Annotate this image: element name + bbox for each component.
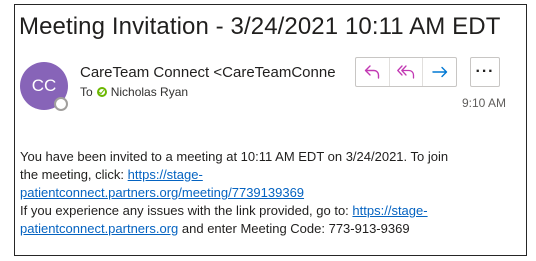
- body-line: patientconnect.partners.org/meeting/7739…: [20, 184, 490, 202]
- portal-link[interactable]: https://stage-: [352, 203, 427, 218]
- avatar-initials: CC: [31, 76, 57, 95]
- forward-icon: [431, 66, 447, 78]
- meeting-link[interactable]: https://stage-: [128, 167, 203, 182]
- reply-button[interactable]: [356, 58, 390, 86]
- sender-name[interactable]: CareTeam Connect <CareTeamConne: [80, 64, 342, 81]
- body-text: If you experience any issues with the li…: [20, 203, 353, 218]
- reply-all-icon: [397, 65, 415, 79]
- body-line: the meeting, click: https://stage-: [20, 166, 490, 184]
- meeting-code-text: and enter Meeting Code: 773-913-9369: [178, 221, 410, 236]
- portal-link-continued[interactable]: patientconnect.partners.org: [20, 221, 178, 236]
- recipient-line: To Nicholas Ryan: [80, 85, 188, 99]
- reply-icon: [365, 65, 380, 79]
- more-icon: ···: [475, 63, 495, 80]
- received-time: 9:10 AM: [462, 96, 507, 110]
- body-line: patientconnect.partners.org and enter Me…: [20, 220, 490, 238]
- meeting-link-continued[interactable]: patientconnect.partners.org/meeting/7739…: [20, 185, 304, 200]
- forward-button[interactable]: [423, 58, 456, 86]
- recipient-name[interactable]: Nicholas Ryan: [111, 85, 188, 99]
- body-line: You have been invited to a meeting at 10…: [20, 149, 449, 164]
- email-body: You have been invited to a meeting at 10…: [20, 148, 490, 238]
- to-label: To: [80, 85, 93, 99]
- reply-all-button[interactable]: [390, 58, 424, 86]
- more-actions-button[interactable]: ···: [470, 57, 500, 87]
- email-subject: Meeting Invitation - 3/24/2021 10:11 AM …: [19, 13, 501, 40]
- presence-available-icon: [96, 87, 107, 97]
- message-actions: [355, 57, 457, 87]
- body-text: the meeting, click:: [20, 167, 128, 182]
- body-line: If you experience any issues with the li…: [20, 202, 490, 220]
- avatar-status-indicator: [54, 97, 68, 111]
